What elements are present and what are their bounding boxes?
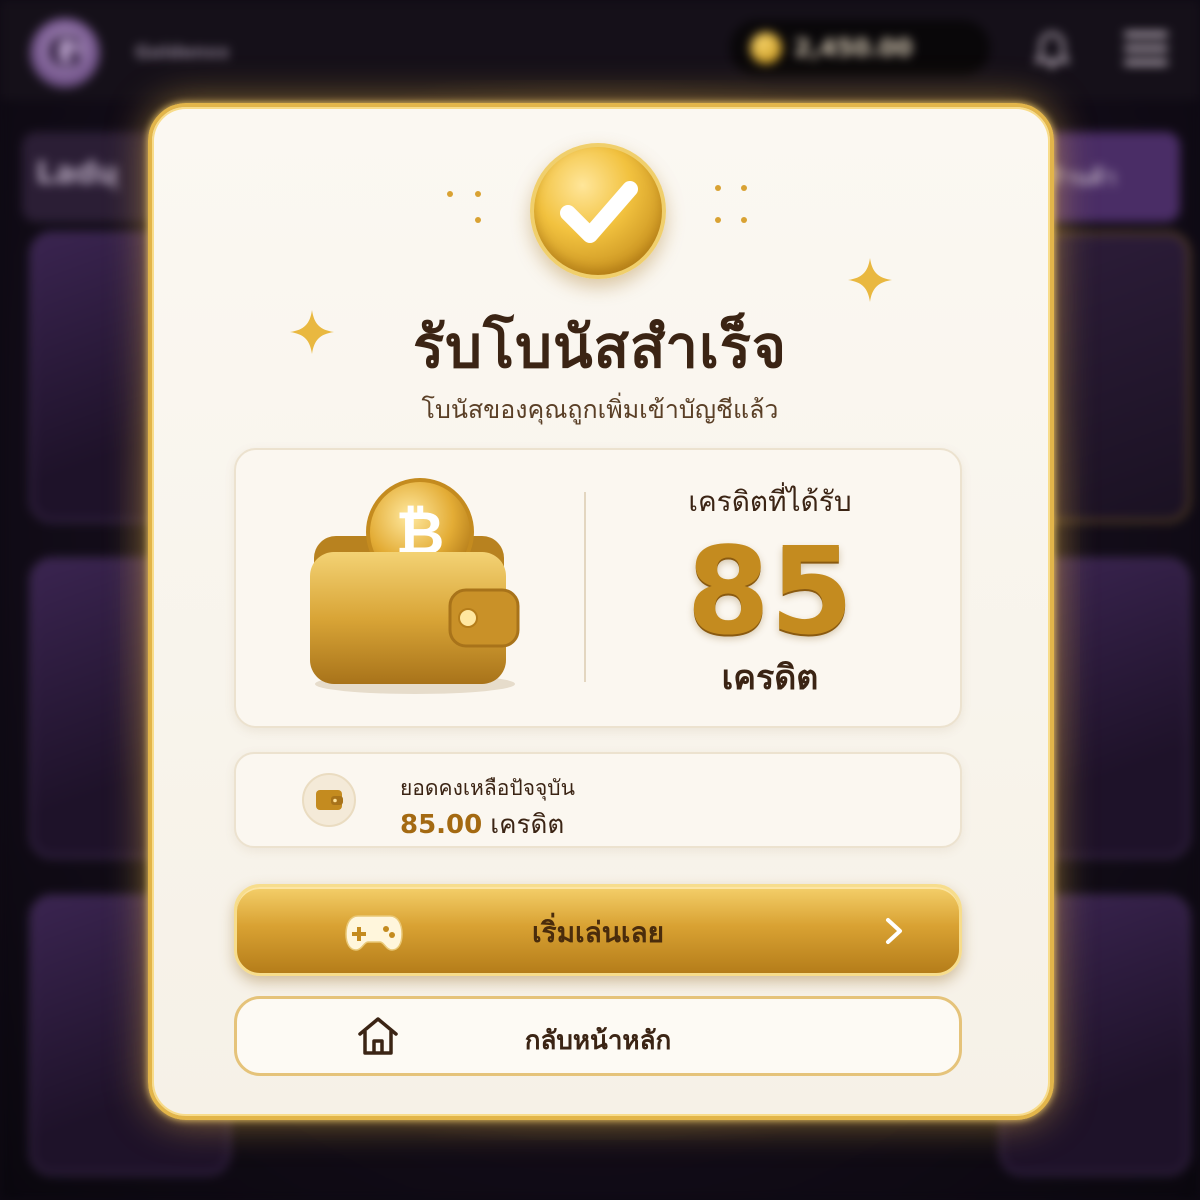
- wallet-icon: ₿: [310, 478, 520, 694]
- app-logo: G: [30, 18, 100, 88]
- current-balance-label: ยอดคงเหลือปัจจุบัน: [400, 776, 575, 800]
- modal-subtitle: โบนัสของคุณถูกเพิ่มเข้าบัญชีแล้ว: [421, 395, 779, 424]
- bell-icon[interactable]: [1032, 30, 1072, 70]
- sparkle-dots-right: [715, 185, 747, 223]
- current-balance-unit: เครดิต: [490, 810, 565, 840]
- header-balance-value: 2,450.00: [794, 34, 913, 62]
- success-badge: [530, 143, 666, 279]
- credit-received-unit: เครดิต: [721, 658, 819, 698]
- modal-title: รับโบนัสสำเร็จ: [413, 313, 787, 381]
- card-divider: [584, 492, 586, 682]
- balance-icon-badge: [302, 773, 356, 827]
- menu-icon[interactable]: [1124, 32, 1168, 66]
- sparkle-dots-left: [447, 191, 481, 223]
- brand-name: Goldenxx: [135, 42, 230, 63]
- chevron-right-icon: [886, 918, 902, 944]
- current-balance-number: 85.00: [400, 810, 483, 840]
- coin-icon: [750, 32, 782, 64]
- current-balance-value: 85.00 เครดิต: [400, 804, 564, 845]
- back-to-home-label: กลับหน้าหลัก: [524, 1026, 672, 1056]
- start-playing-label: เริ่มเล่นเลย: [531, 916, 665, 949]
- check-icon: [560, 181, 638, 243]
- credit-received-amount: 85: [686, 523, 854, 662]
- wallet-icon: [316, 790, 343, 810]
- header-balance[interactable]: 2,450.00: [730, 20, 990, 76]
- sparkle-icon: [848, 258, 892, 302]
